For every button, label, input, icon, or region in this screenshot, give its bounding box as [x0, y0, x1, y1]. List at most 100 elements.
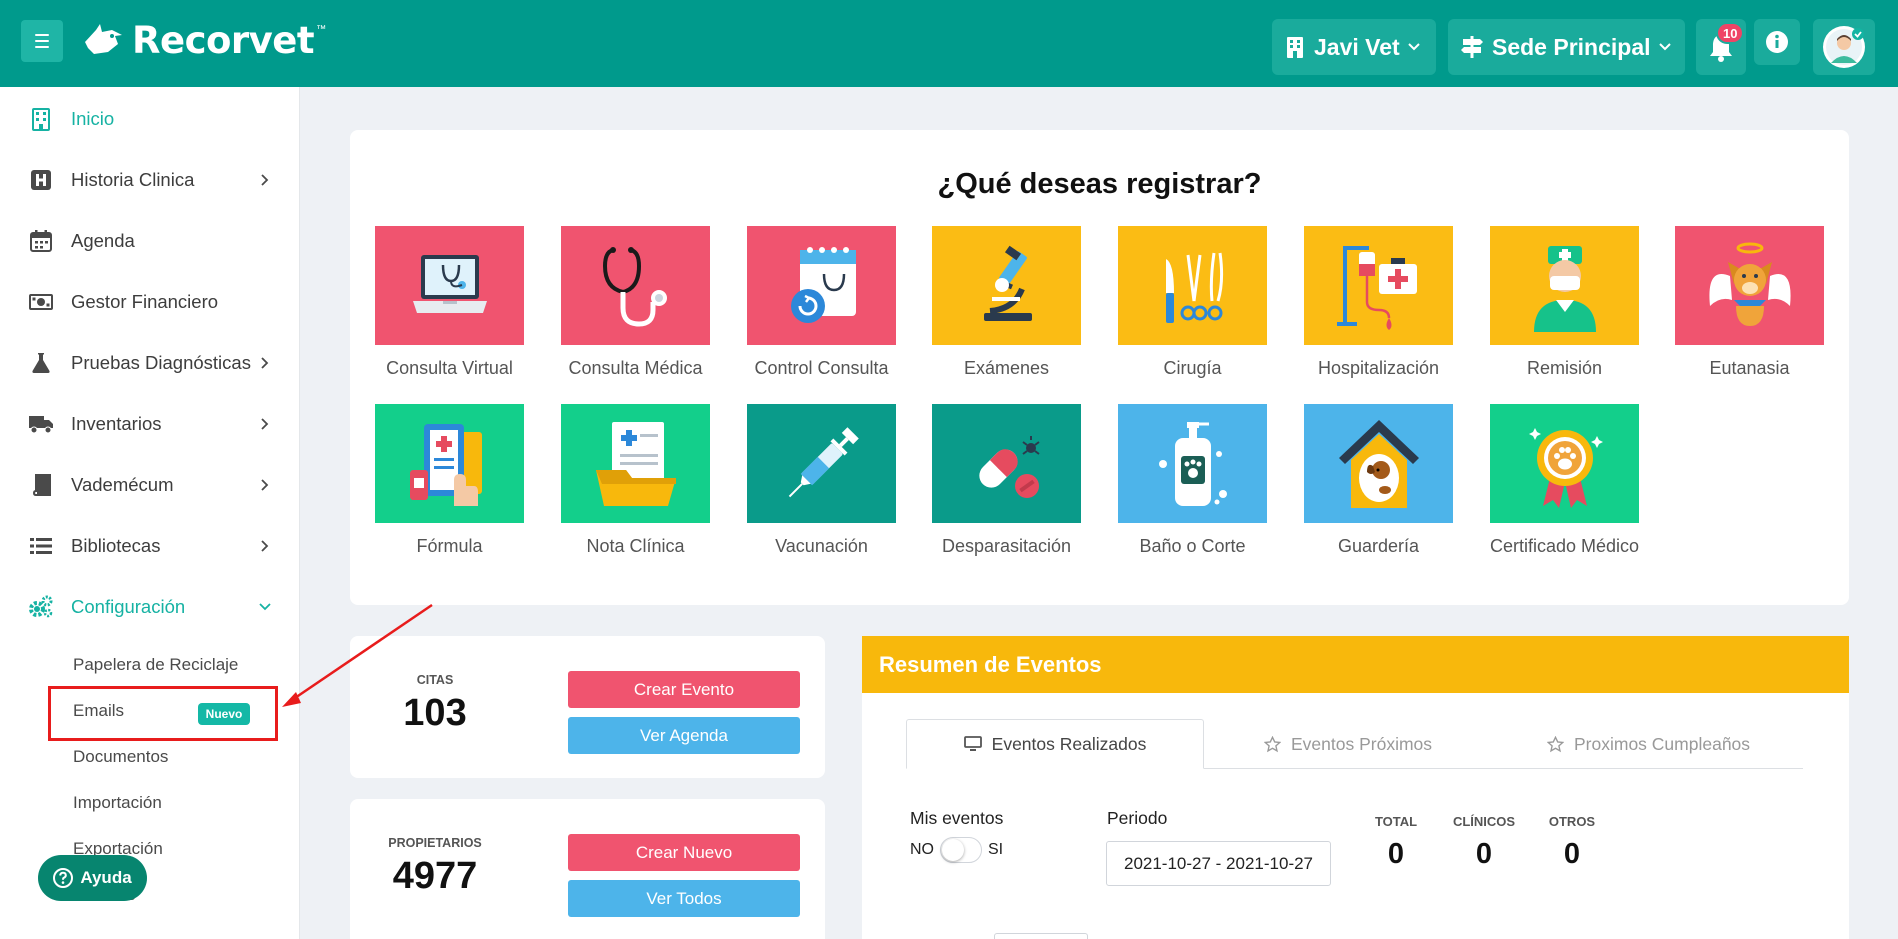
metric-value: 0 — [1475, 838, 1493, 870]
clinic-name: Javi Vet — [1314, 33, 1400, 60]
chevron-down-icon — [1407, 43, 1420, 51]
propietarios-count: 4977 — [392, 855, 478, 897]
partial-select[interactable] — [994, 933, 1088, 939]
branch-selector[interactable]: Sede Principal — [1448, 19, 1685, 75]
sidebar-item-bibliotecas[interactable]: Bibliotecas — [0, 521, 300, 571]
sidebar-item-vademecum[interactable]: Vademécum — [0, 460, 300, 510]
mis-eventos-label: Mis eventos — [910, 808, 1004, 828]
sidebar-item-label: Historia Clinica — [71, 169, 195, 190]
info-icon — [1766, 31, 1788, 53]
angel-dog-icon — [1675, 226, 1824, 345]
register-title: ¿Qué deseas registrar? — [937, 168, 1262, 200]
tile-label: Certificado Médico — [1489, 536, 1640, 556]
tile-label: Fórmula — [416, 536, 483, 556]
metric-caption: OTROS — [1548, 814, 1596, 829]
book-icon — [28, 472, 54, 498]
tile-consulta-medica[interactable]: Consulta Médica — [561, 226, 710, 379]
help-label: Ayuda — [80, 868, 132, 887]
tile-remision[interactable]: Remisión — [1490, 226, 1639, 379]
menu-toggle-button[interactable] — [21, 20, 63, 62]
ver-agenda-button[interactable]: Ver Agenda — [568, 717, 800, 754]
mis-eventos-toggle[interactable] — [940, 837, 982, 863]
pills-bug-icon — [932, 404, 1081, 523]
tab-label: Proximos Cumpleaños — [1574, 733, 1751, 754]
tile-label: Consulta Virtual — [386, 358, 513, 378]
monitor-icon — [963, 736, 982, 751]
calendar-stethoscope-icon — [747, 226, 896, 345]
tile-label: Nota Clínica — [586, 536, 685, 556]
tile-certificado-medico[interactable]: Certificado Médico — [1490, 404, 1639, 557]
tile-consulta-virtual[interactable]: Consulta Virtual — [375, 226, 524, 379]
user-menu-button[interactable] — [1813, 19, 1875, 75]
calendar-icon — [28, 228, 54, 254]
award-paw-icon — [1490, 404, 1639, 523]
tile-formula[interactable]: Fórmula — [375, 404, 524, 557]
periodo-date-range-input[interactable]: 2021-10-27 - 2021-10-27 — [1106, 841, 1331, 886]
register-card: ¿Qué deseas registrar? Consulta Virtual … — [350, 130, 1849, 605]
chevron-right-icon — [258, 539, 272, 553]
sidebar-item-inventarios[interactable]: Inventarios — [0, 399, 300, 449]
sidebar-item-pruebas-diagnosticas[interactable]: Pruebas Diagnósticas — [0, 338, 300, 388]
tile-eutanasia[interactable]: Eutanasia — [1675, 226, 1824, 379]
tile-cirugia[interactable]: Cirugía — [1118, 226, 1267, 379]
chevron-right-icon — [258, 173, 272, 187]
citas-caption: CITAS — [416, 673, 454, 687]
logo[interactable]: Recorvet ™ — [82, 18, 326, 62]
sidebar-item-label: Configuración — [71, 596, 186, 617]
tile-vacunacion[interactable]: Vacunación — [747, 404, 896, 557]
stethoscope-icon — [561, 226, 710, 345]
star-icon — [1264, 735, 1281, 752]
sidebar-item-inicio[interactable]: Inicio — [0, 94, 300, 144]
help-button[interactable]: Ayuda — [38, 855, 147, 901]
tile-desparasitacion[interactable]: Desparasitación — [932, 404, 1081, 557]
sidebar-item-label: Bibliotecas — [71, 535, 161, 556]
doghouse-icon — [1304, 404, 1453, 523]
crear-nuevo-button[interactable]: Crear Nuevo — [568, 834, 800, 871]
metric-otros: OTROS 0 — [1535, 814, 1609, 871]
sidebar-item-gestor-financiero[interactable]: Gestor Financiero — [0, 277, 300, 327]
tile-label: Cirugía — [1163, 358, 1222, 378]
propietarios-card: PROPIETARIOS 4977 Crear Nuevo Ver Todos — [350, 799, 825, 939]
tile-examenes[interactable]: Exámenes — [932, 226, 1081, 379]
tab-eventos-realizados[interactable]: Eventos Realizados — [906, 719, 1204, 769]
toggle-si-label: SI — [988, 841, 1004, 858]
nurse-icon — [1490, 226, 1639, 345]
money-bill-icon — [28, 289, 54, 315]
list-icon — [28, 533, 54, 559]
question-circle-icon — [53, 868, 74, 888]
ver-todos-button[interactable]: Ver Todos — [568, 880, 800, 917]
sidebar-item-configuracion[interactable]: Configuración — [0, 582, 300, 632]
submenu-documentos[interactable]: Documentos — [73, 747, 168, 767]
crear-evento-button[interactable]: Crear Evento — [568, 671, 800, 708]
tab-eventos-proximos[interactable]: Eventos Próximos — [1264, 719, 1432, 769]
tile-control-consulta[interactable]: Control Consulta — [747, 226, 896, 379]
resumen-panel: Eventos Realizados Eventos Próximos Prox… — [862, 693, 1849, 939]
sidebar-item-agenda[interactable]: Agenda — [0, 216, 300, 266]
sidebar-item-label: Pruebas Diagnósticas — [71, 352, 251, 373]
info-button[interactable] — [1754, 19, 1800, 65]
tab-proximos-cumpleanos[interactable]: Proximos Cumpleaños — [1547, 719, 1750, 769]
tab-label: Eventos Realizados — [991, 733, 1147, 754]
tile-bano-corte[interactable]: Baño o Corte — [1118, 404, 1267, 557]
submenu-papelera[interactable]: Papelera de Reciclaje — [73, 655, 238, 675]
sidebar-item-historia-clinica[interactable]: Historia Clinica — [0, 155, 300, 205]
clinic-selector[interactable]: Javi Vet — [1272, 19, 1436, 75]
hamburger-icon — [35, 34, 49, 36]
flask-icon — [28, 350, 54, 376]
tile-nota-clinica[interactable]: Nota Clínica — [561, 404, 710, 557]
metric-caption: TOTAL — [1374, 814, 1418, 829]
building-icon — [1287, 37, 1303, 58]
tile-hospitalizacion[interactable]: Hospitalización — [1304, 226, 1453, 379]
citas-count: 103 — [403, 692, 467, 734]
sidebar-item-label: Agenda — [71, 230, 135, 251]
citas-card: CITAS 103 Crear Evento Ver Agenda — [350, 636, 825, 778]
sidebar-item-label: Inventarios — [71, 413, 162, 434]
metric-caption: CLÍNICOS — [1452, 814, 1516, 829]
dog-logo-icon — [85, 24, 122, 54]
tile-label: Hospitalización — [1317, 358, 1440, 378]
tile-label: Control Consulta — [754, 358, 889, 378]
submenu-importacion[interactable]: Importación — [73, 793, 162, 813]
toggle-knob — [942, 839, 964, 861]
sidebar-item-label: Inicio — [71, 108, 115, 129]
tile-guarderia[interactable]: Guardería — [1304, 404, 1453, 557]
